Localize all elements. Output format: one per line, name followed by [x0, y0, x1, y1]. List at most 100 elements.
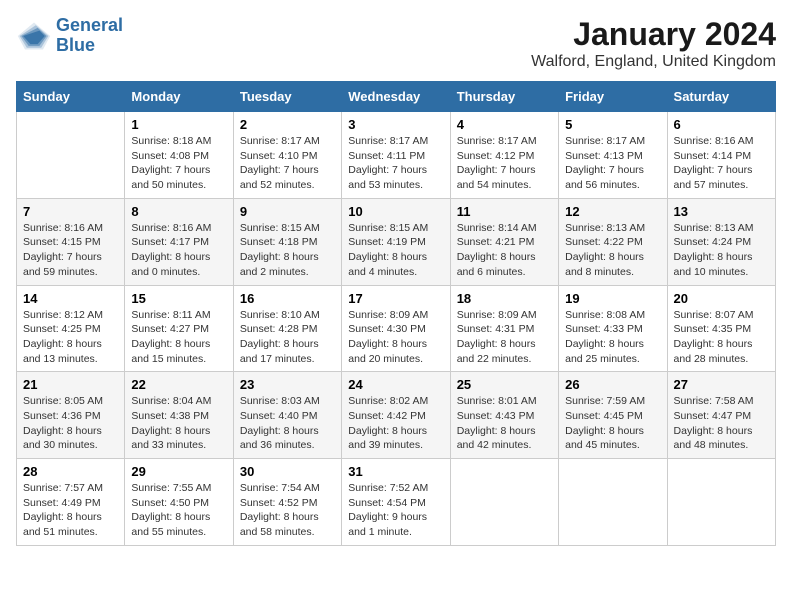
day-detail: Sunrise: 8:09 AMSunset: 4:30 PMDaylight:… — [348, 308, 443, 367]
day-number: 17 — [348, 291, 443, 306]
day-detail: Sunrise: 8:03 AMSunset: 4:40 PMDaylight:… — [240, 394, 335, 453]
day-detail: Sunrise: 8:15 AMSunset: 4:18 PMDaylight:… — [240, 221, 335, 280]
header: General Blue January 2024 Walford, Engla… — [16, 16, 776, 71]
day-number: 2 — [240, 117, 335, 132]
calendar-cell: 19 Sunrise: 8:08 AMSunset: 4:33 PMDayligh… — [559, 285, 667, 372]
day-detail: Sunrise: 7:55 AMSunset: 4:50 PMDaylight:… — [131, 481, 226, 540]
logo-line2: Blue — [56, 36, 123, 56]
day-number: 8 — [131, 204, 226, 219]
day-number: 29 — [131, 464, 226, 479]
day-detail: Sunrise: 8:08 AMSunset: 4:33 PMDaylight:… — [565, 308, 660, 367]
day-detail: Sunrise: 8:01 AMSunset: 4:43 PMDaylight:… — [457, 394, 552, 453]
logo-line1: General — [56, 16, 123, 36]
day-detail: Sunrise: 8:18 AMSunset: 4:08 PMDaylight:… — [131, 134, 226, 193]
day-detail: Sunrise: 8:17 AMSunset: 4:11 PMDaylight:… — [348, 134, 443, 193]
logo-icon — [16, 18, 52, 54]
day-detail: Sunrise: 8:05 AMSunset: 4:36 PMDaylight:… — [23, 394, 118, 453]
day-detail: Sunrise: 8:15 AMSunset: 4:19 PMDaylight:… — [348, 221, 443, 280]
weekday-header-sunday: Sunday — [17, 82, 125, 112]
day-detail: Sunrise: 7:59 AMSunset: 4:45 PMDaylight:… — [565, 394, 660, 453]
day-number: 22 — [131, 377, 226, 392]
calendar-cell: 1 Sunrise: 8:18 AMSunset: 4:08 PMDaylight… — [125, 112, 233, 199]
day-number: 15 — [131, 291, 226, 306]
calendar-cell: 28 Sunrise: 7:57 AMSunset: 4:49 PMDayligh… — [17, 459, 125, 546]
calendar-cell: 8 Sunrise: 8:16 AMSunset: 4:17 PMDaylight… — [125, 198, 233, 285]
day-detail: Sunrise: 8:13 AMSunset: 4:24 PMDaylight:… — [674, 221, 769, 280]
day-detail: Sunrise: 8:10 AMSunset: 4:28 PMDaylight:… — [240, 308, 335, 367]
day-number: 21 — [23, 377, 118, 392]
title-area: January 2024 Walford, England, United Ki… — [531, 16, 776, 71]
weekday-header-wednesday: Wednesday — [342, 82, 450, 112]
calendar-cell: 26 Sunrise: 7:59 AMSunset: 4:45 PMDayligh… — [559, 372, 667, 459]
calendar-cell — [450, 459, 558, 546]
calendar-cell: 31 Sunrise: 7:52 AMSunset: 4:54 PMDayligh… — [342, 459, 450, 546]
day-detail: Sunrise: 8:14 AMSunset: 4:21 PMDaylight:… — [457, 221, 552, 280]
day-detail: Sunrise: 8:13 AMSunset: 4:22 PMDaylight:… — [565, 221, 660, 280]
calendar-table: SundayMondayTuesdayWednesdayThursdayFrid… — [16, 81, 776, 546]
calendar-cell: 6 Sunrise: 8:16 AMSunset: 4:14 PMDaylight… — [667, 112, 775, 199]
calendar-cell: 4Sunrise: 8:17 AMSunset: 4:12 PMDaylight… — [450, 112, 558, 199]
day-detail: Sunrise: 8:16 AMSunset: 4:14 PMDaylight:… — [674, 134, 769, 193]
calendar-cell: 20Sunrise: 8:07 AMSunset: 4:35 PMDayligh… — [667, 285, 775, 372]
day-number: 14 — [23, 291, 118, 306]
day-number: 7 — [23, 204, 118, 219]
calendar-cell: 5 Sunrise: 8:17 AMSunset: 4:13 PMDaylight… — [559, 112, 667, 199]
calendar-cell: 16Sunrise: 8:10 AMSunset: 4:28 PMDayligh… — [233, 285, 341, 372]
calendar-cell: 25Sunrise: 8:01 AMSunset: 4:43 PMDayligh… — [450, 372, 558, 459]
day-detail: Sunrise: 8:11 AMSunset: 4:27 PMDaylight:… — [131, 308, 226, 367]
day-number: 3 — [348, 117, 443, 132]
day-detail: Sunrise: 8:04 AMSunset: 4:38 PMDaylight:… — [131, 394, 226, 453]
day-detail: Sunrise: 8:16 AMSunset: 4:17 PMDaylight:… — [131, 221, 226, 280]
calendar-cell: 27 Sunrise: 7:58 AMSunset: 4:47 PMDayligh… — [667, 372, 775, 459]
calendar-cell: 24Sunrise: 8:02 AMSunset: 4:42 PMDayligh… — [342, 372, 450, 459]
day-number: 12 — [565, 204, 660, 219]
day-number: 9 — [240, 204, 335, 219]
week-row-5: 28 Sunrise: 7:57 AMSunset: 4:49 PMDayligh… — [17, 459, 776, 546]
weekday-header-friday: Friday — [559, 82, 667, 112]
day-detail: Sunrise: 8:12 AMSunset: 4:25 PMDaylight:… — [23, 308, 118, 367]
day-number: 26 — [565, 377, 660, 392]
day-number: 27 — [674, 377, 769, 392]
weekday-header-thursday: Thursday — [450, 82, 558, 112]
weekday-header-row: SundayMondayTuesdayWednesdayThursdayFrid… — [17, 82, 776, 112]
logo: General Blue — [16, 16, 123, 56]
day-number: 20 — [674, 291, 769, 306]
day-number: 13 — [674, 204, 769, 219]
day-number: 30 — [240, 464, 335, 479]
week-row-1: 1 Sunrise: 8:18 AMSunset: 4:08 PMDaylight… — [17, 112, 776, 199]
calendar-cell — [559, 459, 667, 546]
day-number: 10 — [348, 204, 443, 219]
day-detail: Sunrise: 7:57 AMSunset: 4:49 PMDaylight:… — [23, 481, 118, 540]
calendar-cell: 12 Sunrise: 8:13 AMSunset: 4:22 PMDayligh… — [559, 198, 667, 285]
weekday-header-monday: Monday — [125, 82, 233, 112]
day-number: 5 — [565, 117, 660, 132]
day-number: 28 — [23, 464, 118, 479]
day-detail: Sunrise: 8:17 AMSunset: 4:10 PMDaylight:… — [240, 134, 335, 193]
day-number: 1 — [131, 117, 226, 132]
calendar-cell: 3 Sunrise: 8:17 AMSunset: 4:11 PMDaylight… — [342, 112, 450, 199]
day-detail: Sunrise: 8:16 AMSunset: 4:15 PMDaylight:… — [23, 221, 118, 280]
day-detail: Sunrise: 7:58 AMSunset: 4:47 PMDaylight:… — [674, 394, 769, 453]
calendar-cell: 11Sunrise: 8:14 AMSunset: 4:21 PMDayligh… — [450, 198, 558, 285]
calendar-cell: 10 Sunrise: 8:15 AMSunset: 4:19 PMDayligh… — [342, 198, 450, 285]
day-detail: Sunrise: 8:17 AMSunset: 4:13 PMDaylight:… — [565, 134, 660, 193]
day-number: 18 — [457, 291, 552, 306]
location-title: Walford, England, United Kingdom — [531, 53, 776, 71]
day-detail: Sunrise: 8:02 AMSunset: 4:42 PMDaylight:… — [348, 394, 443, 453]
calendar-cell: 17 Sunrise: 8:09 AMSunset: 4:30 PMDayligh… — [342, 285, 450, 372]
weekday-header-saturday: Saturday — [667, 82, 775, 112]
calendar-cell: 23 Sunrise: 8:03 AMSunset: 4:40 PMDayligh… — [233, 372, 341, 459]
day-number: 6 — [674, 117, 769, 132]
calendar-cell: 30Sunrise: 7:54 AMSunset: 4:52 PMDayligh… — [233, 459, 341, 546]
weekday-header-tuesday: Tuesday — [233, 82, 341, 112]
calendar-cell: 9 Sunrise: 8:15 AMSunset: 4:18 PMDaylight… — [233, 198, 341, 285]
week-row-4: 21 Sunrise: 8:05 AMSunset: 4:36 PMDayligh… — [17, 372, 776, 459]
calendar-cell: 22 Sunrise: 8:04 AMSunset: 4:38 PMDayligh… — [125, 372, 233, 459]
day-number: 31 — [348, 464, 443, 479]
calendar-cell — [667, 459, 775, 546]
day-detail: Sunrise: 7:52 AMSunset: 4:54 PMDaylight:… — [348, 481, 443, 540]
calendar-cell: 18Sunrise: 8:09 AMSunset: 4:31 PMDayligh… — [450, 285, 558, 372]
day-number: 19 — [565, 291, 660, 306]
month-title: January 2024 — [531, 16, 776, 53]
day-number: 23 — [240, 377, 335, 392]
